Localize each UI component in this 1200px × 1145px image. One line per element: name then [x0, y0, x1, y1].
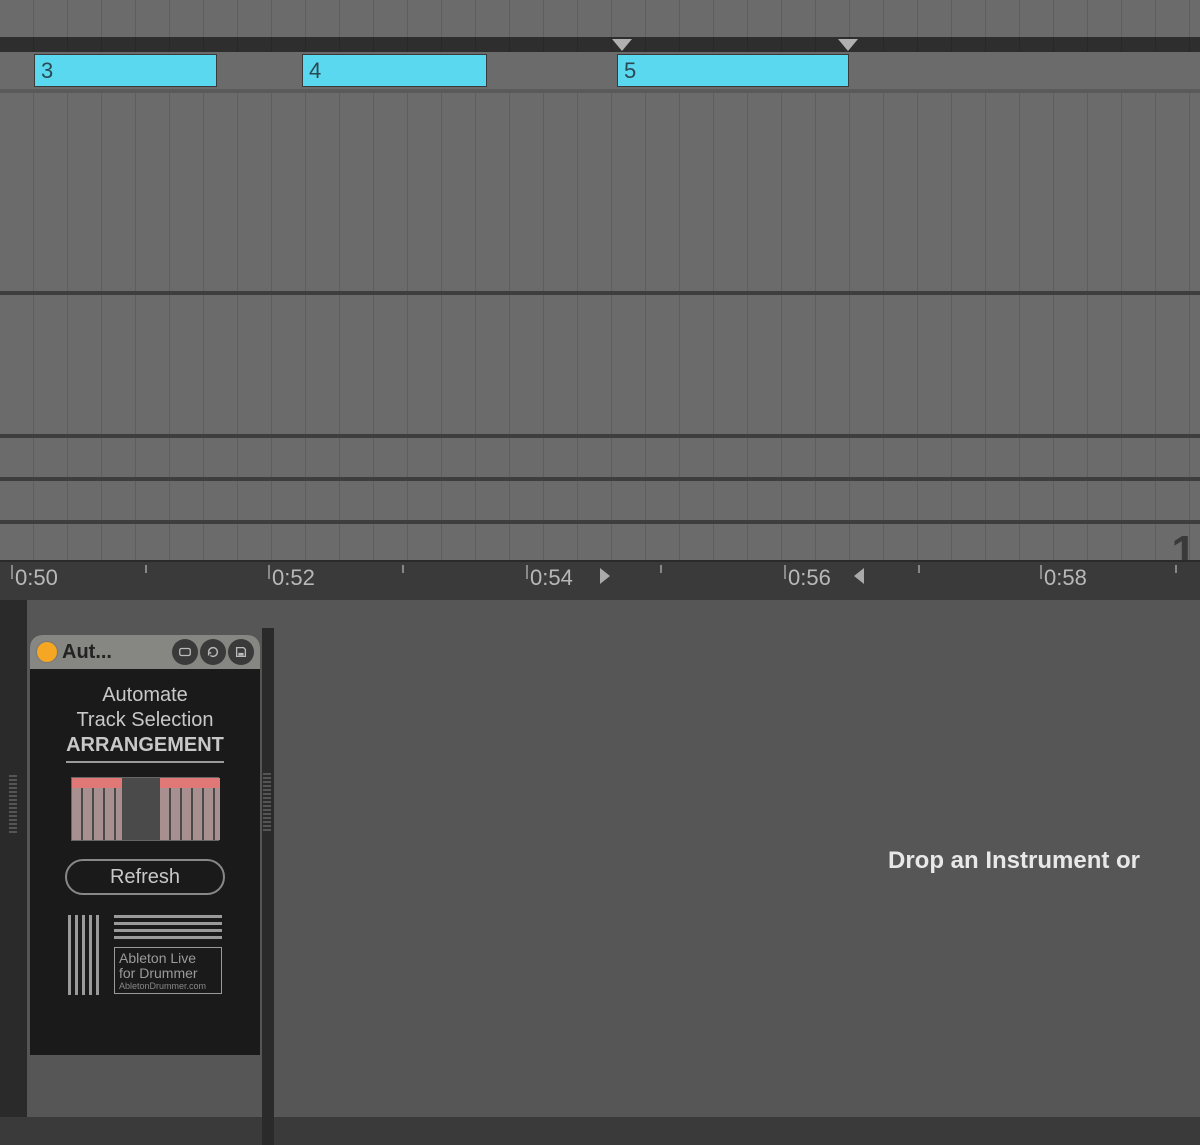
device-text-line1: Automate [42, 683, 248, 708]
logo-hbars-icon [114, 915, 222, 943]
ruler-separator [0, 37, 1200, 52]
punch-in-icon[interactable] [600, 568, 610, 584]
time-tick: 0:50 [15, 565, 58, 591]
device-area: Aut... Automate Track Selection ARRANGEM… [0, 600, 1200, 1117]
minor-tick [402, 565, 404, 573]
device-thumbnail [71, 777, 219, 841]
track-lane-2[interactable] [0, 295, 1200, 438]
device-gutter-left[interactable] [0, 600, 27, 1117]
clip-label: 5 [624, 58, 636, 84]
refresh-button-label: Refresh [110, 866, 180, 889]
device-title: Aut... [62, 641, 112, 664]
device-text-line3: ARRANGEMENT [66, 733, 224, 763]
logo-line1: Ableton Live [119, 951, 217, 966]
clip-3[interactable]: 3 [34, 54, 217, 87]
time-tick: 0:58 [1044, 565, 1087, 591]
device-header[interactable]: Aut... [30, 635, 260, 669]
minor-tick [1175, 565, 1177, 573]
minor-tick [660, 565, 662, 573]
device-text-line2: Track Selection [42, 708, 248, 733]
time-tick: 0:56 [788, 565, 831, 591]
track-lane-4[interactable] [0, 481, 1200, 524]
minor-tick [918, 565, 920, 573]
minor-tick [145, 565, 147, 573]
time-tick: 0:52 [272, 565, 315, 591]
logo-url: AbletonDrummer.com [119, 982, 217, 992]
expand-icon[interactable] [172, 639, 198, 665]
clip-row[interactable]: 3 4 5 [0, 52, 1200, 89]
refresh-button[interactable]: Refresh [65, 859, 225, 895]
time-tick: 0:54 [530, 565, 573, 591]
logo-text-box: Ableton Live for Drummer AbletonDrummer.… [114, 947, 222, 994]
track-lane-3[interactable] [0, 438, 1200, 481]
punch-out-icon[interactable] [854, 568, 864, 584]
top-ruler [0, 0, 1200, 37]
loop-end-marker[interactable] [838, 39, 858, 51]
drop-instrument-hint: Drop an Instrument or [888, 847, 1140, 875]
logo-bars-icon [68, 915, 108, 995]
clip-label: 4 [309, 58, 321, 84]
device-gutter-right[interactable] [262, 628, 274, 1145]
save-icon[interactable] [228, 639, 254, 665]
clip-label: 3 [41, 58, 53, 84]
timeline-ruler[interactable]: 0:50 0:52 0:54 0:56 0:58 [0, 560, 1200, 600]
device-activator-icon[interactable] [36, 641, 58, 663]
logo-line2: for Drummer [119, 966, 217, 981]
device-panel: Aut... Automate Track Selection ARRANGEM… [30, 635, 260, 1055]
clip-4[interactable]: 4 [302, 54, 487, 87]
device-logo: Ableton Live for Drummer AbletonDrummer.… [42, 915, 248, 995]
loop-start-marker[interactable] [612, 39, 632, 51]
clip-5[interactable]: 5 [617, 54, 849, 87]
track-lane-1[interactable] [0, 93, 1200, 295]
refresh-icon[interactable] [200, 639, 226, 665]
arrangement-view[interactable]: 3 4 5 1 0:50 0:52 0:54 0:56 0:58 [0, 0, 1200, 600]
device-body: Automate Track Selection ARRANGEMENT Ref… [30, 669, 260, 1009]
